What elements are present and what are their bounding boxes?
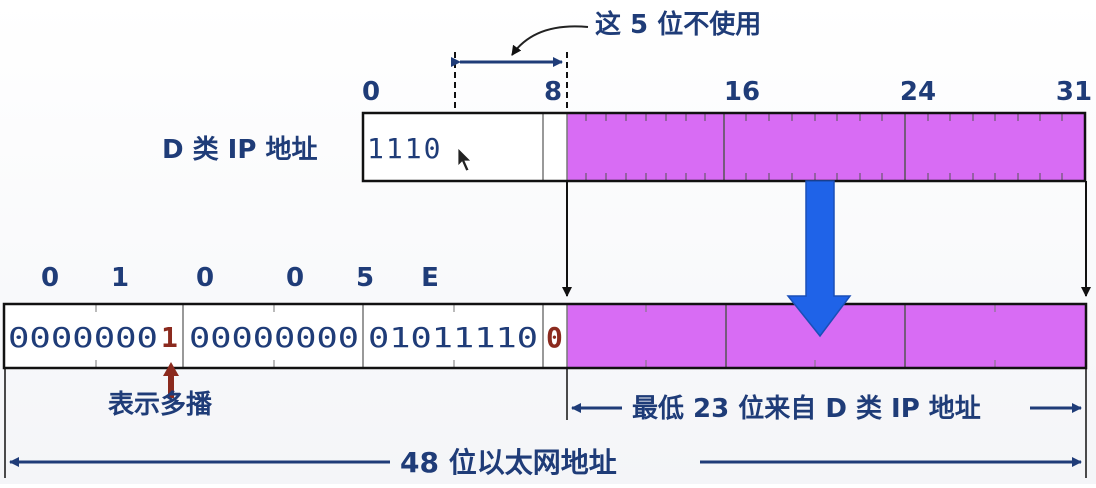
annotation-curve-arrow <box>511 25 589 56</box>
bit-tick-0: 0 <box>362 77 380 107</box>
mac-byte3-bits: 01011110 <box>368 321 538 354</box>
bit-tick-31: 31 <box>1056 77 1092 107</box>
multicast-bit: 1 <box>161 321 178 354</box>
bit-position-labels: 0 8 16 24 31 <box>362 77 1092 107</box>
total-length-label: 48 位以太网地址 <box>400 446 617 479</box>
hex-label: 0 <box>286 263 304 293</box>
mac-byte1-bits: 0000000 <box>8 321 158 354</box>
hex-label: 0 <box>41 263 59 293</box>
low23-label: 最低 23 位来自 D 类 IP 地址 <box>632 393 981 424</box>
bit-tick-16: 16 <box>724 77 760 107</box>
bit-tick-24: 24 <box>900 77 936 107</box>
mac-byte2-bits: 00000000 <box>189 321 359 354</box>
hex-labels: 0 1 0 0 5 E <box>41 263 439 293</box>
multicast-label: 表示多播 <box>108 390 213 420</box>
unused-bits-annotation: 这 5 位不使用 <box>595 9 761 40</box>
hex-label: 5 <box>356 263 374 293</box>
hex-label: E <box>421 263 439 293</box>
hex-label: 1 <box>111 263 129 293</box>
d-class-label: D 类 IP 地址 <box>162 135 317 165</box>
diagram: 这 5 位不使用 0 8 16 24 31 D 类 IP 地址 1110 0 1… <box>0 0 1096 484</box>
d-class-prefix-bits: 1110 <box>367 132 442 165</box>
hex-label: 0 <box>196 263 214 293</box>
bit-tick-8: 8 <box>544 77 562 107</box>
d-class-address-bar <box>361 111 1087 183</box>
mac-zero-bit: 0 <box>546 321 563 354</box>
d-class-low-bits <box>567 113 1085 181</box>
